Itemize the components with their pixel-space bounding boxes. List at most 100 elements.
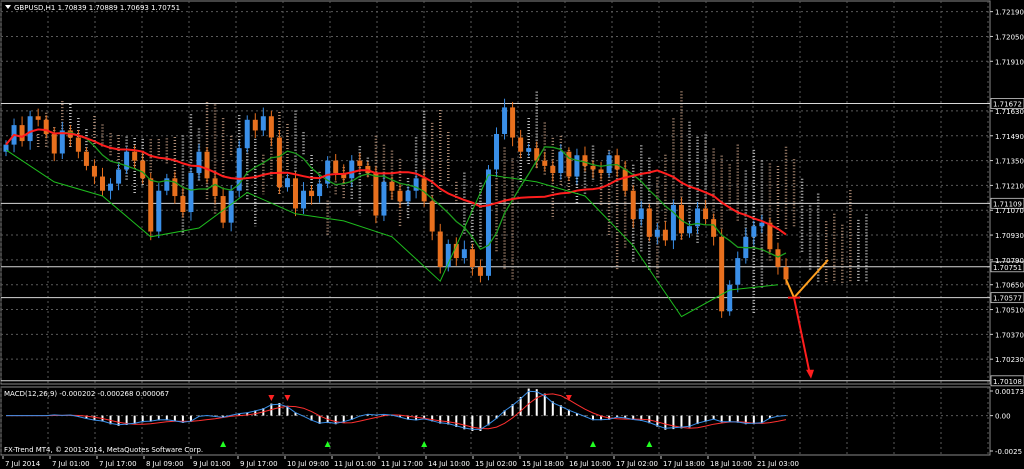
candle-body	[775, 249, 781, 267]
candle-body	[783, 266, 789, 280]
candle-body	[622, 169, 628, 191]
candle-body	[502, 107, 508, 134]
candle-body	[333, 160, 339, 173]
price-tick-label: 1.70370	[995, 331, 1024, 339]
price-tick-label: 1.70230	[995, 356, 1024, 364]
time-tick-label: 10 Jul 09:00	[287, 460, 329, 468]
price-tick-label: 1.71490	[995, 133, 1024, 141]
candle-body	[550, 165, 556, 173]
macd-axis-label: 0.001739	[995, 388, 1024, 396]
price-tick-label: 1.72050	[995, 33, 1024, 41]
candle-body	[735, 258, 741, 285]
candle-body	[276, 137, 282, 188]
candle-body	[35, 116, 41, 120]
candle-body	[212, 178, 218, 197]
candle-body	[759, 222, 765, 227]
price-tick-label: 1.71070	[995, 207, 1024, 215]
level-price-label: 1.70751	[993, 264, 1022, 272]
time-tick-label: 18 Jul 10:00	[710, 460, 752, 468]
candle-body	[27, 116, 33, 142]
price-tick-label: 1.72190	[995, 9, 1024, 17]
candle-body	[485, 169, 491, 276]
candle-body	[751, 226, 757, 237]
price-tick-label: 1.71350	[995, 158, 1024, 166]
candle-body	[477, 266, 483, 276]
candle-body	[108, 183, 114, 191]
candle-body	[421, 178, 427, 202]
candle-body	[429, 201, 435, 232]
time-tick-label: 14 Jul 10:00	[428, 460, 470, 468]
candle-body	[582, 155, 588, 166]
candle-body	[437, 231, 443, 267]
candle-body	[574, 155, 580, 177]
time-tick-label: 9 Jul 01:00	[193, 460, 231, 468]
candle-body	[357, 160, 363, 166]
trading-chart-window[interactable]: 1.716721.711091.707511.705771.70108 1.72…	[0, 0, 1024, 469]
candle-body	[309, 190, 315, 197]
candle-body	[727, 284, 733, 312]
candle-body	[244, 119, 250, 149]
candle-body	[83, 151, 89, 166]
time-tick-label: 8 Jul 09:00	[146, 460, 184, 468]
candle-body	[180, 196, 186, 213]
candle-body	[156, 190, 162, 232]
candle-body	[405, 190, 411, 202]
candle-body	[606, 155, 612, 173]
candle-body	[317, 183, 323, 197]
candle-body	[598, 169, 604, 173]
price-tick-label: 1.71910	[995, 58, 1024, 66]
price-tick-label: 1.70650	[995, 282, 1024, 290]
candle-body	[260, 116, 266, 131]
copyright-text: FX-Trend MT4, © 2001-2014, MetaQuotes So…	[4, 446, 203, 454]
time-tick-label: 17 Jul 18:00	[663, 460, 705, 468]
level-price-label: 1.70108	[993, 378, 1022, 386]
time-tick-label: 7 Jul 17:00	[99, 460, 137, 468]
candle-body	[494, 133, 500, 170]
candle-body	[630, 190, 636, 220]
candle-body	[558, 151, 564, 173]
candle-body	[228, 190, 234, 223]
price-tick-label: 1.70930	[995, 232, 1024, 240]
time-tick-label: 9 Jul 17:00	[240, 460, 278, 468]
candle-body	[116, 169, 122, 184]
level-price-label: 1.70577	[993, 295, 1022, 303]
candle-body	[204, 151, 210, 179]
time-tick-label: 15 Jul 02:00	[475, 460, 517, 468]
macd-axis-label: -0.0025	[995, 448, 1022, 456]
candle-body	[389, 181, 395, 191]
macd-axis-label: 0.00	[995, 413, 1011, 421]
candle-body	[590, 165, 596, 170]
candle-body	[91, 165, 97, 177]
candle-body	[703, 208, 709, 220]
candle-body	[148, 178, 154, 232]
candle-body	[670, 204, 676, 241]
price-tick-label: 1.70790	[995, 257, 1024, 265]
candle-body	[172, 178, 178, 197]
candle-body	[99, 176, 105, 191]
price-axis[interactable]: 1.72190 1.72050 1.71910 1.71630 1.71490 1.713…	[990, 9, 1024, 365]
time-tick-label: 16 Jul 10:00	[569, 460, 611, 468]
candle-body	[654, 229, 660, 237]
candle-body	[397, 190, 403, 202]
candle-body	[284, 178, 290, 188]
candle-body	[268, 116, 274, 138]
candle-body	[373, 172, 379, 216]
time-tick-label: 15 Jul 18:00	[522, 460, 564, 468]
candle-body	[638, 208, 644, 220]
candle-body	[381, 181, 387, 216]
price-tick-label: 1.71210	[995, 182, 1024, 190]
candle-body	[132, 151, 138, 161]
macd-header: MACD(12,26,9) -0.000202 -0.000268 0.0000…	[4, 390, 169, 398]
candle-body	[646, 208, 652, 237]
candle-body	[349, 160, 355, 179]
time-tick-label: 7 Jul 01:00	[52, 460, 90, 468]
candle-body	[51, 133, 57, 154]
time-tick-label: 21 Jul 03:00	[757, 460, 799, 468]
time-tick-label: 11 Jul 17:00	[381, 460, 423, 468]
candle-body	[614, 155, 620, 170]
candle-body	[542, 160, 548, 166]
candle-body	[510, 107, 516, 138]
candle-body	[140, 160, 146, 179]
candle-body	[719, 236, 725, 312]
time-tick-label: 11 Jul 01:00	[334, 460, 376, 468]
